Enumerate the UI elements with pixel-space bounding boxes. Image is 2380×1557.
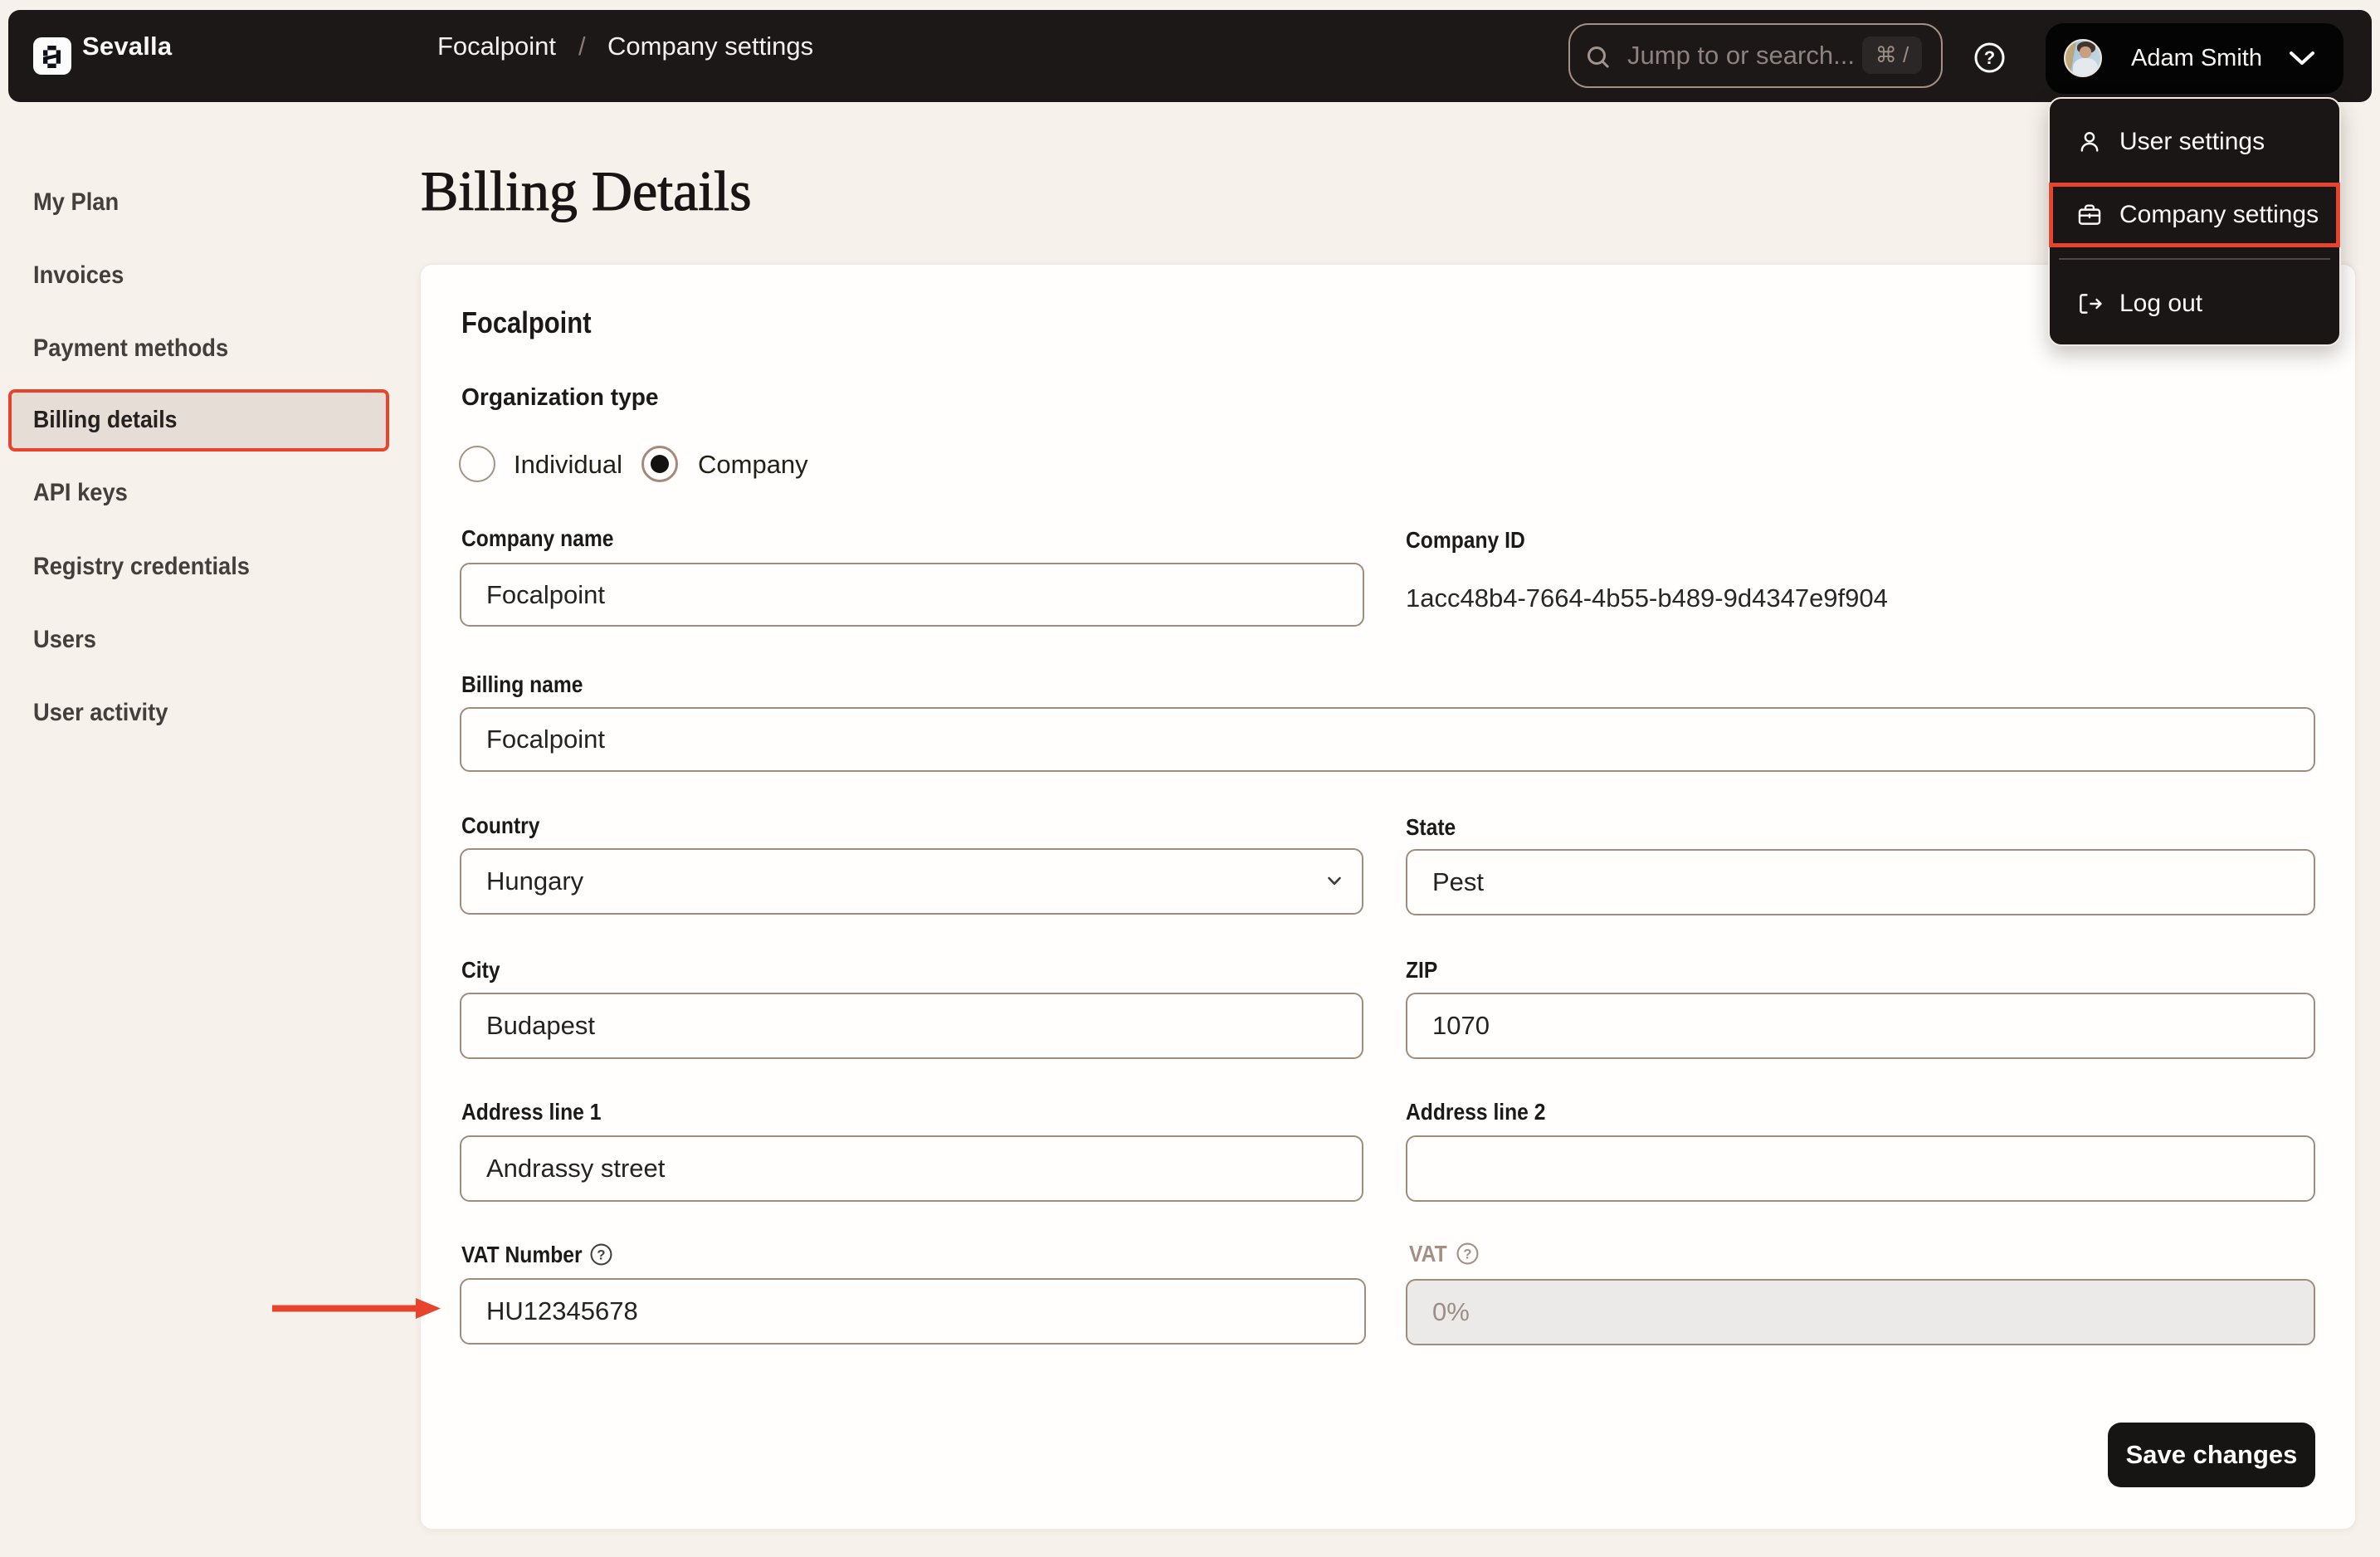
svg-text:?: ?: [597, 1247, 605, 1263]
svg-text:?: ?: [1463, 1247, 1471, 1262]
svg-text:?: ?: [1984, 47, 1995, 68]
